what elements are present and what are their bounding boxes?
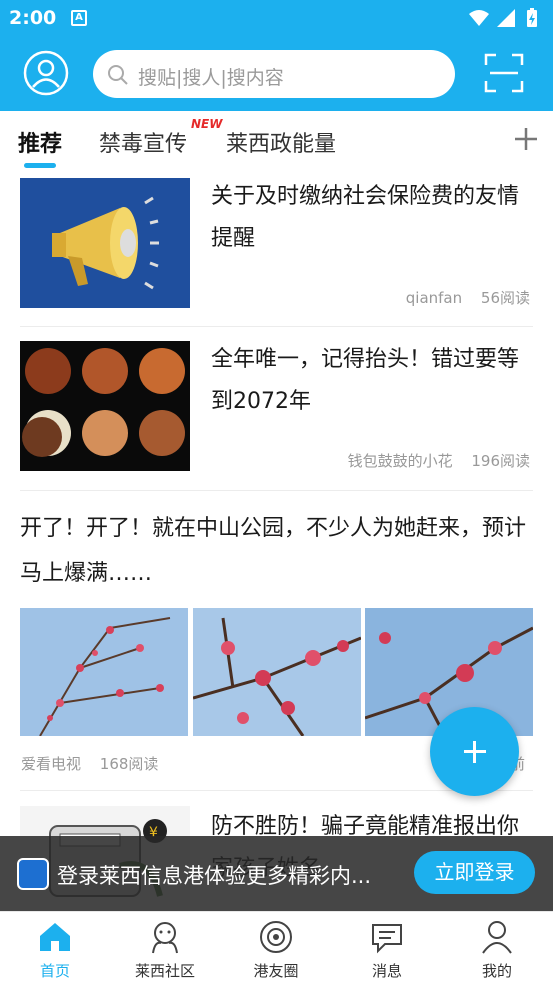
app-header: 搜贴|搜人|搜内容 bbox=[0, 36, 553, 111]
user-avatar-icon[interactable] bbox=[23, 50, 69, 96]
feed-item-meta: 爱看电视 168阅读 bbox=[21, 753, 172, 774]
read-count: 56阅读 bbox=[480, 289, 530, 307]
feed-list[interactable]: 关于及时缴纳社会保险费的友情提醒 qianfan 56阅读 全年唯一，记得抬头！… bbox=[0, 173, 553, 911]
profile-icon bbox=[482, 921, 512, 954]
plum-blossom-photo bbox=[193, 608, 361, 736]
plum-blossom-photo bbox=[20, 608, 188, 736]
add-tab-icon[interactable] bbox=[513, 126, 539, 152]
search-icon bbox=[108, 65, 128, 85]
feed-item-title[interactable]: 关于及时缴纳社会保险费的友情提醒 bbox=[211, 176, 531, 260]
eclipse-thumbnail bbox=[20, 341, 190, 471]
nav-community[interactable]: 莱西社区 bbox=[110, 912, 220, 984]
login-prompt-text: 登录莱西信息港体验更多精彩内... bbox=[57, 864, 372, 888]
message-icon bbox=[372, 924, 402, 954]
status-bar: 2:00 A bbox=[0, 0, 553, 36]
megaphone-thumbnail bbox=[20, 178, 190, 308]
search-placeholder: 搜贴|搜人|搜内容 bbox=[138, 67, 284, 89]
tab-laixi-energy[interactable]: 莱西政能量 bbox=[226, 126, 336, 158]
system-status-icons bbox=[469, 8, 537, 27]
feed-item-meta: 钱包鼓鼓的小花 196阅读 bbox=[334, 450, 530, 471]
nav-messages[interactable]: 消息 bbox=[332, 912, 442, 984]
nav-label: 莱西社区 bbox=[134, 962, 195, 980]
search-bar[interactable]: 搜贴|搜人|搜内容 bbox=[93, 50, 455, 98]
home-icon bbox=[40, 923, 70, 951]
tab-recommend[interactable]: 推荐 bbox=[18, 126, 62, 158]
login-banner: 登录莱西信息港体验更多精彩内... 立即登录 bbox=[0, 836, 553, 911]
nav-home[interactable]: 首页 bbox=[0, 912, 110, 984]
divider bbox=[20, 490, 533, 491]
author: qianfan bbox=[405, 289, 463, 307]
circle-icon bbox=[260, 921, 292, 953]
feed-item-title[interactable]: 开了！开了！就在中山公园，不少人为她赶来，预计马上爆满…… bbox=[20, 506, 533, 596]
nav-label: 港友圈 bbox=[253, 962, 299, 980]
new-badge: NEW bbox=[191, 117, 223, 131]
read-count: 168阅读 bbox=[99, 755, 159, 773]
status-time: 2:00 bbox=[9, 7, 57, 29]
notification-icon: A bbox=[71, 10, 87, 26]
nav-friends-circle[interactable]: 港友圈 bbox=[221, 912, 331, 984]
feed-item-meta: qianfan 56阅读 bbox=[392, 287, 530, 308]
author: 钱包鼓鼓的小花 bbox=[347, 452, 453, 470]
login-button[interactable]: 立即登录 bbox=[414, 851, 535, 894]
active-tab-indicator bbox=[24, 163, 56, 168]
feed-item-title[interactable]: 全年唯一，记得抬头！错过要等到2072年 bbox=[211, 339, 531, 423]
nav-label: 消息 bbox=[371, 962, 402, 980]
category-tabs: 推荐 禁毒宣传 NEW 莱西政能量 bbox=[0, 111, 553, 173]
bottom-navigation: 首页 莱西社区 港友圈 消息 我的 bbox=[0, 911, 553, 984]
author: 爱看电视 bbox=[21, 755, 82, 773]
scan-icon[interactable] bbox=[484, 53, 524, 93]
read-count: 196阅读 bbox=[471, 452, 530, 470]
nav-label: 首页 bbox=[39, 962, 70, 980]
nav-label: 我的 bbox=[481, 962, 512, 980]
app-logo-icon bbox=[17, 858, 49, 890]
community-icon bbox=[152, 922, 178, 954]
tab-anti-drug[interactable]: 禁毒宣传 bbox=[99, 126, 187, 158]
create-post-button[interactable] bbox=[430, 707, 519, 796]
divider bbox=[20, 326, 533, 327]
nav-profile[interactable]: 我的 bbox=[442, 912, 552, 984]
